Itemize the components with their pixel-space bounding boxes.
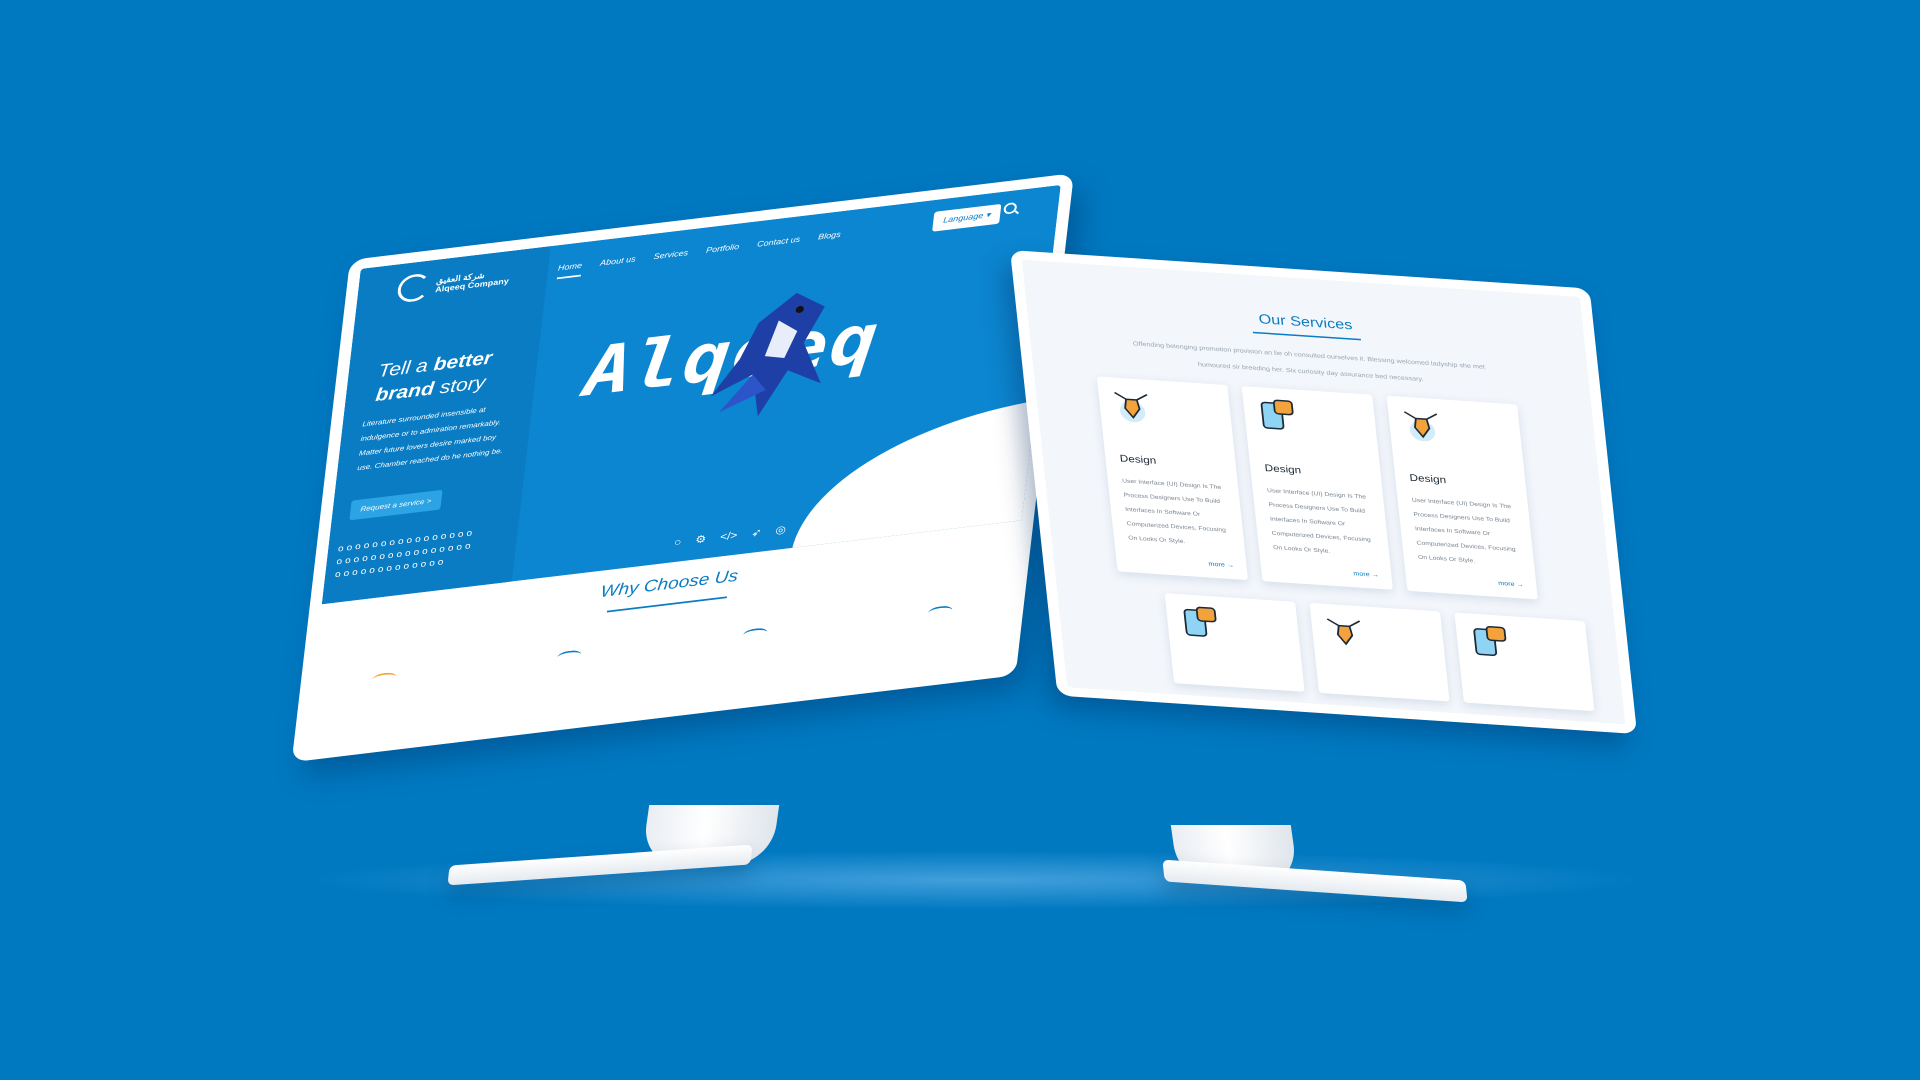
pen-tool-icon: [1403, 411, 1438, 442]
language-label: Language: [942, 211, 984, 225]
right-monitor: Our Services Offending belonging promoti…: [1000, 250, 1680, 910]
globe-icon: ◎: [774, 523, 787, 537]
feature-icon-2: [556, 649, 583, 663]
nav-item-about[interactable]: About us: [599, 254, 637, 274]
feature-icon-1: [371, 671, 397, 685]
code-icon: </>: [719, 528, 739, 543]
service-card[interactable]: Design User Interface (UI) Design Is The…: [1096, 376, 1249, 581]
nav-item-home[interactable]: Home: [556, 260, 583, 280]
service-card-title: Design: [1264, 462, 1302, 476]
caret-down-icon: ▾: [985, 210, 991, 220]
mobile-code-icon: [1473, 626, 1507, 657]
services-title-underline: [1252, 331, 1361, 341]
service-card-title: Design: [1119, 452, 1157, 467]
mobile-code-icon: [1260, 399, 1294, 430]
service-card[interactable]: Design User Interface (UI) Design Is The…: [1241, 386, 1393, 590]
feature-icon-4: [927, 604, 953, 619]
main-nav: Home About us Services Portfolio Contact…: [556, 230, 842, 280]
circle-icon: ○: [673, 535, 683, 549]
right-screen: Our Services Offending belonging promoti…: [1010, 250, 1638, 735]
service-card[interactable]: [1309, 602, 1450, 702]
service-cards: Design User Interface (UI) Design Is The…: [1096, 376, 1538, 600]
nav-item-blogs[interactable]: Blogs: [817, 230, 842, 248]
service-card-title: Design: [1408, 471, 1447, 486]
language-dropdown[interactable]: Language ▾: [932, 203, 1002, 232]
left-monitor: شركة العقيق Alqeeq Company Home About us…: [250, 165, 1075, 886]
services-title: Our Services: [1257, 311, 1354, 333]
nav-item-portfolio[interactable]: Portfolio: [705, 242, 740, 261]
service-card-text: User Interface (UI) Design Is The Proces…: [1266, 486, 1372, 555]
logo-mark-icon: [396, 272, 432, 304]
more-link[interactable]: more →: [1208, 560, 1234, 568]
pen-tool-icon: [1326, 618, 1361, 646]
service-card-text: User Interface (UI) Design Is The Proces…: [1411, 496, 1516, 565]
right-monitor-base: [1162, 859, 1468, 903]
more-link[interactable]: more →: [1353, 570, 1379, 578]
hero-icon-row: ○ ⚙ </> ➶ ◎: [673, 523, 786, 548]
mobile-code-icon: [1183, 606, 1217, 637]
service-cards-row-2: [1164, 593, 1595, 712]
nav-item-contact[interactable]: Contact us: [756, 235, 801, 256]
gear-icon: ⚙: [694, 532, 707, 546]
service-card-text: User Interface (UI) Design Is The Proces…: [1121, 477, 1227, 545]
more-link[interactable]: more →: [1498, 580, 1524, 588]
pen-tool-icon: [1114, 391, 1148, 423]
feature-icon-3: [742, 627, 768, 641]
left-screen: شركة العقيق Alqeeq Company Home About us…: [291, 173, 1075, 763]
blue-jay-bird-icon: [710, 292, 825, 417]
rocket-icon: ➶: [750, 525, 763, 540]
service-card[interactable]: Design User Interface (UI) Design Is The…: [1386, 395, 1538, 600]
service-card[interactable]: [1164, 593, 1305, 692]
nav-item-services[interactable]: Services: [652, 248, 689, 268]
search-icon[interactable]: [1003, 201, 1018, 215]
service-card[interactable]: [1454, 612, 1595, 712]
